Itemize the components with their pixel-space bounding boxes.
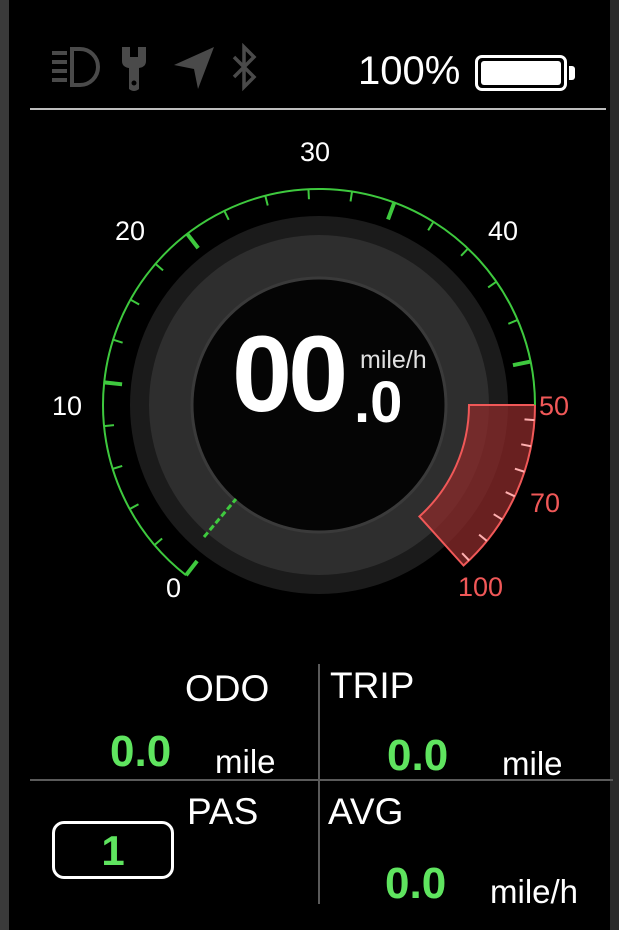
gauge-tick xyxy=(386,201,397,221)
stats-vertical-divider xyxy=(318,664,320,904)
odo-unit: mile xyxy=(215,743,276,780)
pas-label: PAS xyxy=(187,791,259,832)
gauge-tick xyxy=(185,232,200,250)
gauge-tick xyxy=(103,380,123,387)
odo-value: 0.0 xyxy=(110,727,172,776)
gauge-tick xyxy=(184,559,199,577)
tick-label-50: 50 xyxy=(539,391,569,421)
tick-label-0: 0 xyxy=(166,573,181,603)
display-screen: 100% 0 10 20 30 40 50 70 100 00 mile/h .… xyxy=(0,0,619,930)
gauge-tick xyxy=(103,424,115,428)
gauge-tick xyxy=(427,221,435,231)
gauge-danger-tick xyxy=(524,418,535,422)
trip-value: 0.0 xyxy=(387,731,449,780)
speed-decimal: .0 xyxy=(354,370,403,435)
trip-label: TRIP xyxy=(330,665,415,706)
tick-label-30: 30 xyxy=(300,137,330,167)
gauge-tick xyxy=(349,191,354,202)
speed-readout: 00 mile/h .0 xyxy=(232,320,462,460)
gauge-tick xyxy=(460,247,469,257)
tick-label-20: 20 xyxy=(115,216,145,246)
gauge-tick xyxy=(507,318,518,325)
gauge-tick xyxy=(154,263,164,272)
gauge-tick xyxy=(487,280,497,289)
tick-label-40: 40 xyxy=(488,216,518,246)
tick-label-100: 100 xyxy=(458,572,503,602)
tick-label-70: 70 xyxy=(530,488,560,518)
gauge-tick xyxy=(112,464,123,470)
tick-label-10: 10 xyxy=(52,391,82,421)
gauge-tick xyxy=(153,537,163,546)
gauge-tick xyxy=(223,210,230,221)
avg-unit: mile/h xyxy=(490,873,579,910)
trip-unit: mile xyxy=(502,745,563,782)
gauge-tick xyxy=(129,503,139,510)
avg-value: 0.0 xyxy=(385,859,447,908)
gauge-tick xyxy=(129,298,140,306)
avg-label: AVG xyxy=(328,791,404,832)
pas-level-value: 1 xyxy=(101,827,125,874)
pas-level-box[interactable]: 1 xyxy=(52,821,174,879)
gauge-tick xyxy=(264,195,269,206)
speed-integer: 00 xyxy=(232,313,348,434)
odo-label: ODO xyxy=(185,668,270,709)
gauge-tick xyxy=(512,359,531,368)
gauge-tick xyxy=(112,338,123,344)
